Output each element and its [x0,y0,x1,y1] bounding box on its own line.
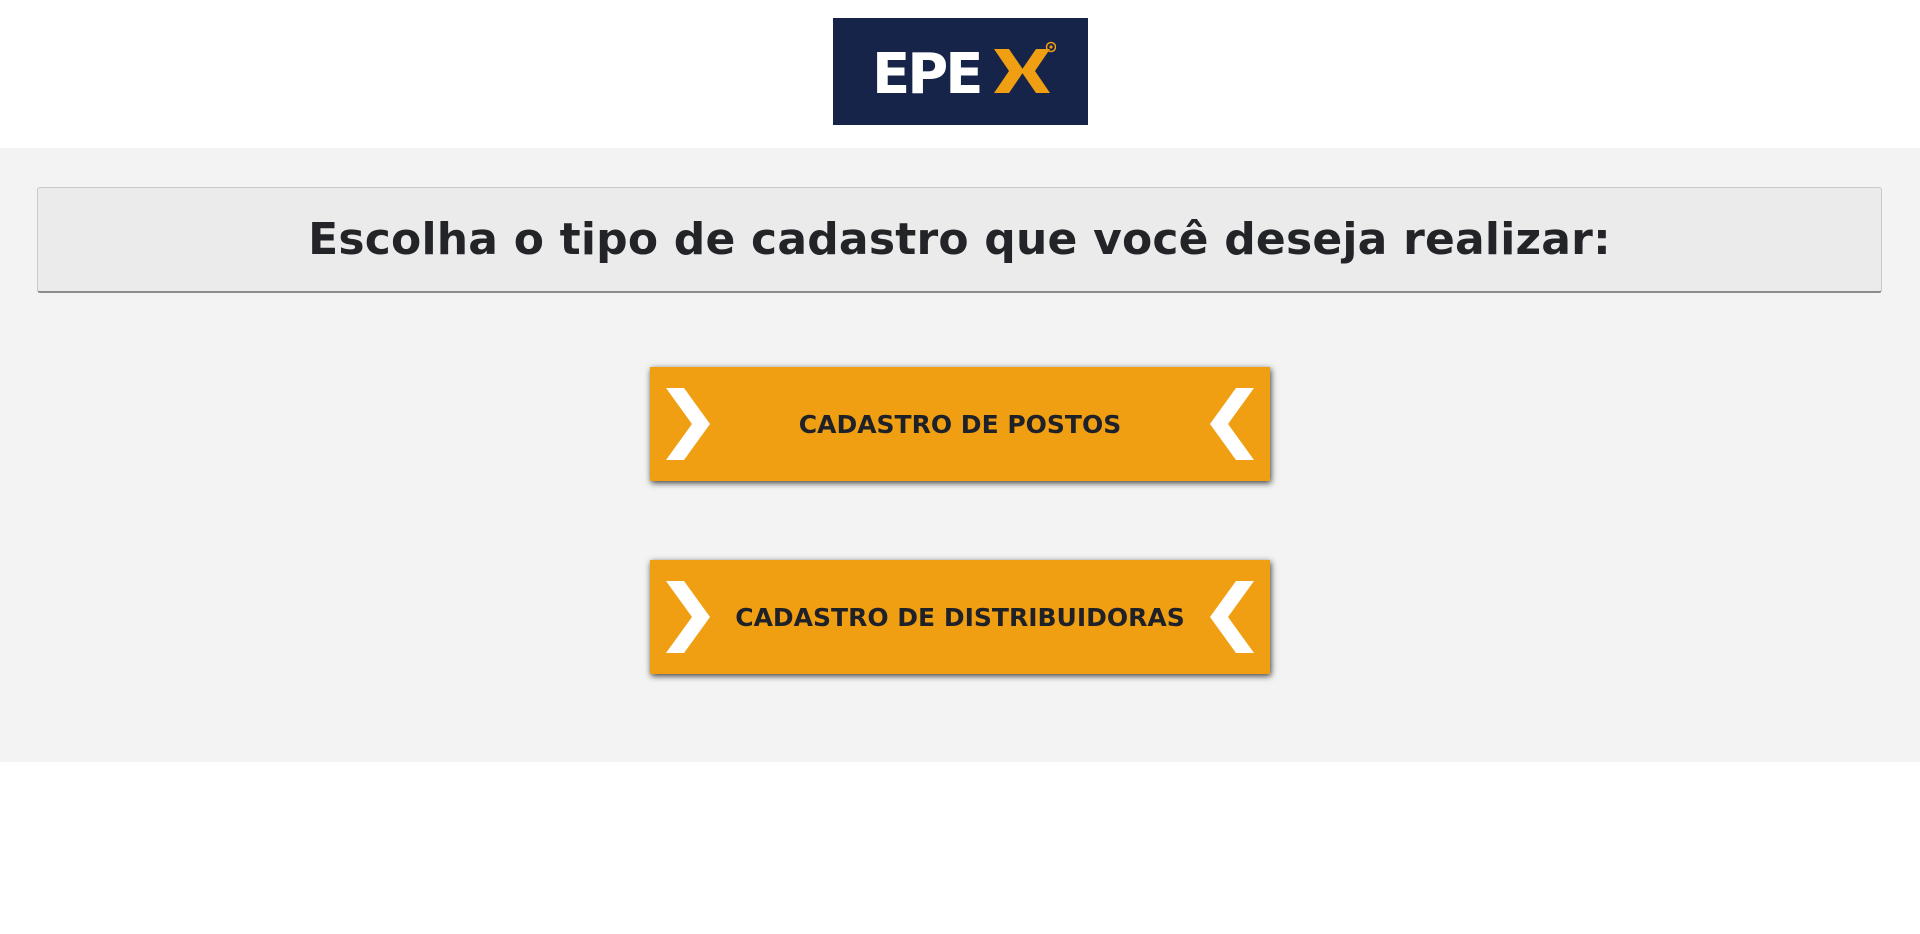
cadastro-postos-button[interactable]: CADASTRO DE POSTOS [650,367,1270,481]
button-label: CADASTRO DE POSTOS [798,409,1122,439]
chevron-left-icon [1210,388,1254,460]
button-label: CADASTRO DE DISTRIBUIDORAS [735,602,1185,632]
main-panel: Escolha o tipo de cadastro que você dese… [0,148,1920,762]
chevron-left-icon [1210,581,1254,653]
cadastro-distribuidoras-button[interactable]: CADASTRO DE DISTRIBUIDORAS [650,560,1270,674]
title-box: Escolha o tipo de cadastro que você dese… [37,187,1882,293]
page-title: Escolha o tipo de cadastro que você dese… [308,214,1611,265]
chevron-right-icon [666,581,710,653]
epex-logo[interactable]: EPE [833,18,1088,125]
svg-text:EPE: EPE [872,42,981,103]
page-header: EPE [0,0,1920,148]
epex-logo-mark: EPE [872,41,1056,103]
chevron-right-icon [666,388,710,460]
